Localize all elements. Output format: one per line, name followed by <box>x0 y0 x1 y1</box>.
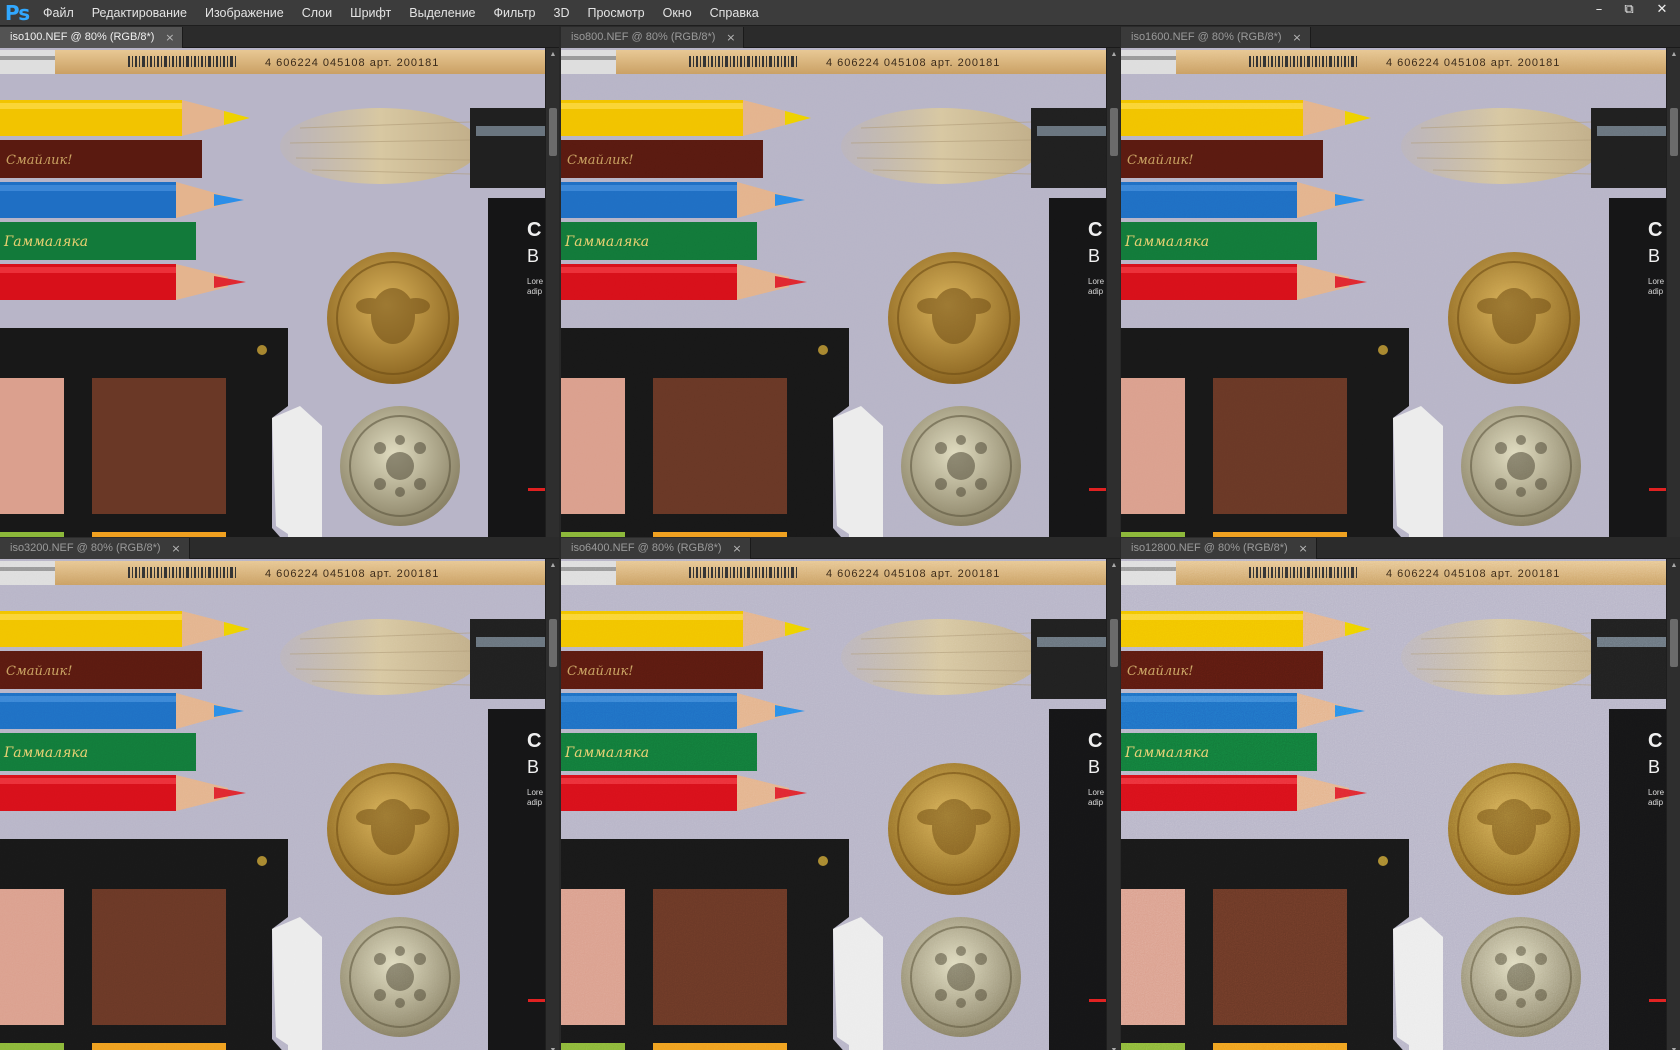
menu-item[interactable]: Выделение <box>400 0 484 26</box>
restore-button[interactable]: ⧉ <box>1614 0 1644 18</box>
scroll-up-arrow-icon[interactable]: ▲ <box>549 51 557 58</box>
document-tab-bar: iso800.NEF @ 80% (RGB/8*) × <box>561 26 1120 48</box>
menu-item[interactable]: Шрифт <box>341 0 400 26</box>
minimize-button[interactable]: – <box>1584 0 1614 18</box>
document-window[interactable]: iso100.NEF @ 80% (RGB/8*) × ▲ ▼ 80% Док:… <box>0 26 559 561</box>
menu-item[interactable]: Фильтр <box>485 0 545 26</box>
menu-item[interactable]: Слои <box>293 0 341 26</box>
scroll-up-arrow-icon[interactable]: ▲ <box>1110 51 1118 58</box>
image-canvas[interactable] <box>561 559 1106 1050</box>
scroll-thumb[interactable] <box>1110 619 1118 667</box>
document-tab-title: iso6400.NEF @ 80% (RGB/8*) <box>571 542 722 554</box>
close-icon[interactable]: × <box>171 538 180 559</box>
document-tab[interactable]: iso1600.NEF @ 80% (RGB/8*) × <box>1121 27 1311 48</box>
menu-item[interactable]: Окно <box>654 0 701 26</box>
photoshop-logo[interactable]: Ps <box>0 0 34 26</box>
photo <box>1121 48 1666 546</box>
document-tab-bar: iso100.NEF @ 80% (RGB/8*) × <box>0 26 559 48</box>
image-canvas[interactable] <box>1121 559 1666 1050</box>
document-tab[interactable]: iso6400.NEF @ 80% (RGB/8*) × <box>561 538 751 559</box>
noise-overlay <box>1121 48 1666 546</box>
document-tab-bar: iso3200.NEF @ 80% (RGB/8*) × <box>0 537 559 559</box>
photo <box>561 48 1106 546</box>
scroll-thumb[interactable] <box>1670 108 1678 156</box>
document-window[interactable]: iso6400.NEF @ 80% (RGB/8*) × ▲ ▼ 80% Док… <box>561 537 1120 1050</box>
menu-item[interactable]: Просмотр <box>579 0 654 26</box>
document-window[interactable]: iso1600.NEF @ 80% (RGB/8*) × ▲ ▼ 80% Док… <box>1121 26 1680 561</box>
noise-overlay <box>0 559 545 1050</box>
document-tab-title: iso800.NEF @ 80% (RGB/8*) <box>571 31 716 43</box>
document-tab[interactable]: iso100.NEF @ 80% (RGB/8*) × <box>0 27 184 48</box>
vertical-scrollbar[interactable]: ▲ ▼ <box>1666 559 1680 1050</box>
photo <box>561 559 1106 1050</box>
image-canvas[interactable] <box>561 48 1106 546</box>
scroll-thumb[interactable] <box>1670 619 1678 667</box>
image-canvas[interactable] <box>1121 48 1666 546</box>
vertical-scrollbar[interactable]: ▲ ▼ <box>545 559 559 1050</box>
document-window[interactable]: iso800.NEF @ 80% (RGB/8*) × ▲ ▼ 80% Док:… <box>561 26 1120 561</box>
menu-item[interactable]: Изображение <box>196 0 293 26</box>
close-icon[interactable]: × <box>732 538 741 559</box>
vertical-scrollbar[interactable]: ▲ ▼ <box>1106 559 1120 1050</box>
document-tab-bar: iso1600.NEF @ 80% (RGB/8*) × <box>1121 26 1680 48</box>
noise-overlay <box>1121 559 1666 1050</box>
document-tab[interactable]: iso800.NEF @ 80% (RGB/8*) × <box>561 27 745 48</box>
menu-bar: Ps Файл Редактирование Изображение Слои Шриф… <box>0 0 1680 26</box>
menu-item[interactable]: Справка <box>701 0 768 26</box>
scroll-up-arrow-icon[interactable]: ▲ <box>549 562 557 569</box>
document-tab[interactable]: iso3200.NEF @ 80% (RGB/8*) × <box>0 538 190 559</box>
vertical-scrollbar[interactable]: ▲ ▼ <box>545 48 559 546</box>
document-tab[interactable]: iso12800.NEF @ 80% (RGB/8*) × <box>1121 538 1317 559</box>
menu-item[interactable]: Файл <box>34 0 83 26</box>
menu-item[interactable]: Редактирование <box>83 0 196 26</box>
close-icon[interactable]: × <box>165 27 174 48</box>
photo <box>0 559 545 1050</box>
menu-list: Файл Редактирование Изображение Слои Шрифт Вы… <box>34 0 768 26</box>
scroll-thumb[interactable] <box>549 108 557 156</box>
vertical-scrollbar[interactable]: ▲ ▼ <box>1666 48 1680 546</box>
document-window[interactable]: iso12800.NEF @ 80% (RGB/8*) × ▲ ▼ 80% До… <box>1121 537 1680 1050</box>
noise-overlay <box>561 559 1106 1050</box>
scroll-thumb[interactable] <box>549 619 557 667</box>
close-window-button[interactable]: ✕ <box>1644 0 1680 18</box>
document-tab-bar: iso6400.NEF @ 80% (RGB/8*) × <box>561 537 1120 559</box>
document-tab-title: iso12800.NEF @ 80% (RGB/8*) <box>1131 542 1288 554</box>
scroll-up-arrow-icon[interactable]: ▲ <box>1110 562 1118 569</box>
menu-item[interactable]: 3D <box>545 0 579 26</box>
photo <box>1121 559 1666 1050</box>
vertical-scrollbar[interactable]: ▲ ▼ <box>1106 48 1120 546</box>
close-icon[interactable]: × <box>1292 27 1301 48</box>
document-tab-bar: iso12800.NEF @ 80% (RGB/8*) × <box>1121 537 1680 559</box>
document-tab-title: iso1600.NEF @ 80% (RGB/8*) <box>1131 31 1282 43</box>
document-tab-title: iso100.NEF @ 80% (RGB/8*) <box>10 31 155 43</box>
close-icon[interactable]: × <box>726 27 735 48</box>
scroll-up-arrow-icon[interactable]: ▲ <box>1670 51 1678 58</box>
photo <box>0 48 545 546</box>
scroll-thumb[interactable] <box>1110 108 1118 156</box>
document-window[interactable]: iso3200.NEF @ 80% (RGB/8*) × ▲ ▼ 80% Док… <box>0 537 559 1050</box>
close-icon[interactable]: × <box>1298 538 1307 559</box>
scroll-up-arrow-icon[interactable]: ▲ <box>1670 562 1678 569</box>
window-controls: – ⧉ ✕ <box>1584 0 1680 18</box>
image-canvas[interactable] <box>0 559 545 1050</box>
noise-overlay <box>561 48 1106 546</box>
image-canvas[interactable] <box>0 48 545 546</box>
document-tab-title: iso3200.NEF @ 80% (RGB/8*) <box>10 542 161 554</box>
